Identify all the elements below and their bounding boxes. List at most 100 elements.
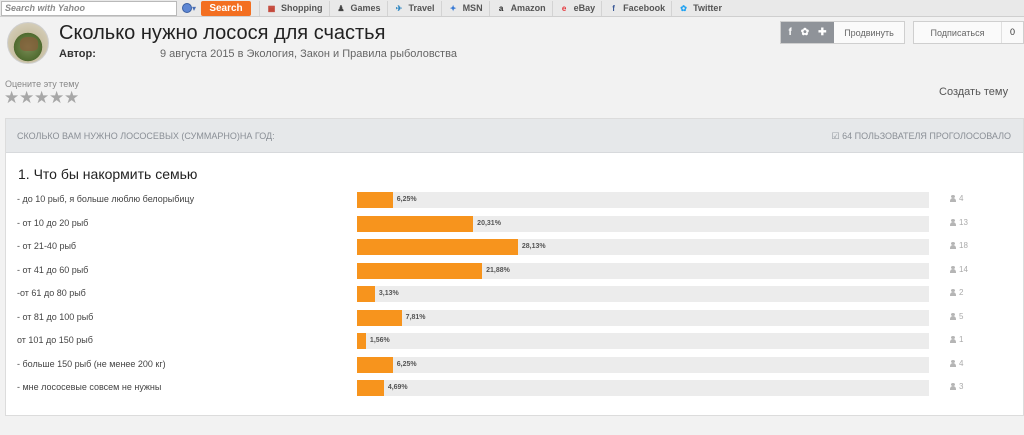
poll-bar-fill (357, 239, 518, 255)
poll-bar-fill (357, 286, 375, 302)
poll-option-row: от 101 до 150 рыб 1,56% 1 (6, 332, 1023, 350)
toolbar-link-label: MSN (462, 3, 483, 13)
user-icon (950, 265, 956, 273)
star-icon[interactable]: ★ (19, 89, 34, 106)
star-icon[interactable]: ★ (64, 89, 79, 106)
poll-bar-fill (357, 215, 474, 232)
poll-percent: 28,13% (521, 243, 546, 250)
toolbar-link-twitter[interactable]: ✿ Twitter (671, 0, 728, 16)
toolbar-link-label: eBay (573, 3, 596, 13)
poll-option-label: - до 10 рыб, я больше люблю белорыбицу (17, 194, 195, 204)
toolbar-link-facebook[interactable]: f Facebook (601, 0, 671, 16)
user-icon (950, 336, 956, 343)
poll-vote-count: 4 (950, 194, 963, 203)
topic-date-category[interactable]: 9 августа 2015 в Экология, Закон и Прави… (160, 48, 457, 60)
toolbar-link-shopping[interactable]: ▦ Shopping (259, 0, 329, 16)
poll-subtitle: 1. Что бы накормить семью (18, 166, 198, 182)
poll-percent: 1,56% (369, 337, 390, 344)
poll-vote-number: 13 (959, 217, 968, 227)
poll-option-label: - от 21-40 рыб (17, 241, 77, 251)
poll-percent: 4,69% (387, 384, 408, 391)
share-promote-box: f ✿ ✚ Продвинуть (780, 21, 905, 44)
poll-vote-count: 1 (950, 335, 963, 344)
twitter-icon: ✿ (680, 3, 687, 13)
poll-option-label: от 101 до 150 рыб (17, 335, 93, 345)
user-icon (950, 359, 956, 367)
poll-bar-fill (357, 356, 393, 373)
poll-vote-count: 14 (950, 265, 968, 274)
shopping-icon: ▦ (267, 3, 276, 13)
poll-option-row: - мне лососевые совсем не нужны 4,69% 3 (6, 379, 1023, 397)
share-icons[interactable]: f ✿ ✚ (781, 22, 834, 43)
star-icon[interactable]: ★ (49, 89, 64, 106)
poll-option-row: - больше 150 рыб (не менее 200 кг) 6,25% 4 (6, 356, 1023, 374)
rating-stars[interactable]: ★ ★ ★ ★ ★ (4, 89, 79, 106)
toolbar-link-label: Travel (408, 3, 435, 13)
poll-option-row: - от 41 до 60 рыб 21,88% 14 (6, 262, 1023, 280)
facebook-share-icon[interactable]: f (788, 27, 791, 38)
toolbar-link-label: Games (350, 3, 381, 13)
star-icon[interactable]: ★ (34, 89, 49, 106)
yahoo-search-input[interactable]: Search with Yahoo (1, 0, 177, 16)
poll-option-label: - мне лососевые совсем не нужны (17, 382, 162, 392)
poll-bar-fill (357, 192, 393, 208)
poll-vote-count: 4 (950, 359, 963, 368)
poll-percent: 6,25% (396, 360, 417, 368)
poll-option-row: - от 81 до 100 рыб 7,81% 5 (6, 309, 1023, 327)
chevron-down-icon: ▾ (191, 3, 196, 13)
poll-vote-number: 3 (959, 382, 964, 391)
poll-bar-fill (357, 262, 483, 279)
toolbar-link-amazon[interactable]: a Amazon (488, 0, 552, 16)
poll-option-label: - от 81 до 100 рыб (17, 311, 94, 322)
toolbar-link-label: Twitter (693, 3, 722, 13)
poll-vote-count: 3 (950, 382, 963, 391)
create-topic-button[interactable]: Создать тему (939, 86, 1008, 98)
poll-percent: 21,88% (486, 266, 510, 274)
poll-option-row: - от 10 до 20 рыб 20,31% 13 (6, 215, 1023, 233)
poll-bar-track: 7,81% (357, 309, 929, 326)
poll-vote-number: 18 (959, 241, 968, 250)
poll-bar-fill (357, 309, 402, 326)
games-icon: ♟ (337, 3, 345, 13)
poll-vote-count: 2 (950, 288, 963, 297)
toolbar-link-label: Shopping (281, 3, 323, 13)
poll-bar-track: 1,56% (357, 333, 929, 349)
poll-bar-track: 28,13% (357, 239, 929, 255)
poll-bar-track: 20,31% (357, 215, 929, 232)
author-avatar[interactable] (7, 22, 49, 64)
facebook-icon: f (612, 3, 615, 13)
search-engine-selector[interactable]: ▾ (177, 1, 201, 16)
toolbar-link-label: Amazon (510, 3, 546, 13)
toolbar-link-msn[interactable]: ✦ MSN (440, 0, 489, 16)
poll-percent: 3,13% (378, 290, 399, 297)
toolbar-link-ebay[interactable]: e eBay (551, 0, 602, 16)
promote-button[interactable]: Продвинуть (834, 28, 904, 38)
poll-percent: 7,81% (405, 313, 426, 321)
toolbar-link-games[interactable]: ♟ Games (328, 0, 387, 16)
poll-bar-track: 3,13% (357, 286, 929, 302)
star-icon[interactable]: ★ (4, 89, 19, 106)
poll-question: СКОЛЬКО ВАМ НУЖНО ЛОСОСЕВЫХ (СУММАРНО)НА… (17, 131, 275, 141)
msn-icon: ✦ (449, 3, 457, 13)
poll-option-label: - больше 150 рыб (не менее 200 кг) (17, 358, 166, 369)
browser-toolbar: Search with Yahoo ▾ Search ▦ Shopping ♟ Gam… (0, 0, 1024, 17)
subscribe-label: Подписаться (930, 27, 985, 38)
subscribe-button[interactable]: Подписаться 0 (913, 21, 1024, 44)
twitter-share-icon[interactable]: ✿ (801, 27, 809, 38)
poll-option-label: - от 41 до 60 рыб (17, 264, 89, 275)
poll-bar-track: 21,88% (357, 262, 929, 279)
user-icon (950, 312, 956, 320)
poll-option-label: -от 61 до 80 рыб (17, 288, 86, 298)
poll-bar-fill (357, 380, 384, 396)
toolbar-link-travel[interactable]: ✈ Travel (386, 0, 441, 16)
poll-vote-number: 2 (959, 288, 964, 297)
poll-option-row: - до 10 рыб, я больше люблю белорыбицу 6,… (6, 191, 1023, 209)
ebay-icon: e (561, 3, 567, 13)
travel-icon: ✈ (395, 3, 403, 13)
poll-bar-track: 6,25% (357, 356, 929, 373)
plus-share-icon[interactable]: ✚ (818, 27, 826, 38)
poll-percent: 6,25% (396, 196, 417, 203)
amazon-icon: a (498, 3, 504, 13)
poll-voted-count: ☑ 64 ПОЛЬЗОВАТЕЛЯ ПРОГОЛОСОВАЛО (831, 131, 1011, 141)
yahoo-search-button[interactable]: Search (201, 0, 251, 16)
